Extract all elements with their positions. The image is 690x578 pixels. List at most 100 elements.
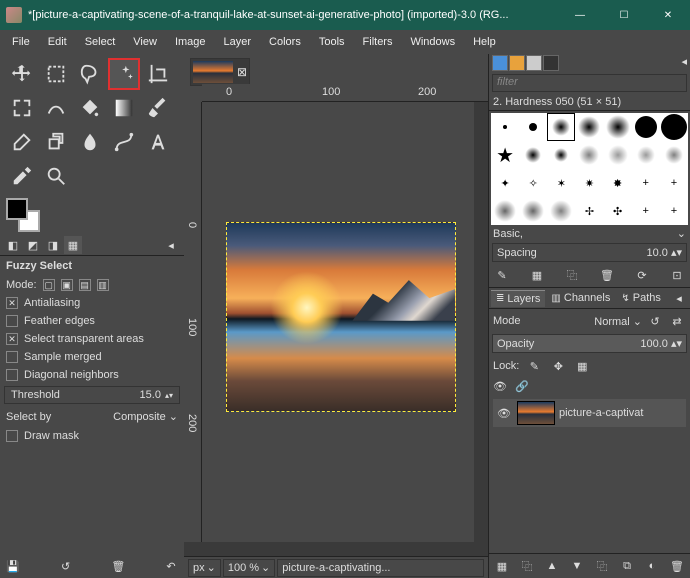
brush-preset-select[interactable]: Basic, ⌄ — [489, 225, 690, 242]
zoom-select[interactable]: 100 % ⌄ — [223, 559, 275, 577]
edit-icon[interactable]: ✎ — [493, 266, 511, 284]
opt-tab-2[interactable]: ◩ — [24, 236, 42, 254]
layer-name[interactable]: picture-a-captivat — [559, 407, 643, 419]
mode-reset-icon[interactable]: ↺ — [646, 312, 664, 330]
tool-clone[interactable] — [40, 126, 72, 158]
layer-row[interactable]: 👁 picture-a-captivat — [493, 399, 686, 427]
tab-layers[interactable]: ≣Layers — [491, 290, 545, 307]
tool-free-select[interactable] — [74, 58, 106, 90]
up-icon[interactable]: ▲ — [543, 557, 561, 575]
brush-grid[interactable]: ★ ✦ ✧ ✶ ✷ ✸ + + ✢ ✣ + + — [491, 113, 688, 225]
tool-move[interactable] — [6, 58, 38, 90]
spacing-slider[interactable]: Spacing 10.0 ▴▾ — [492, 243, 687, 262]
menu-file[interactable]: File — [4, 34, 38, 50]
lock-pixels-icon[interactable]: ✎ — [525, 357, 543, 375]
new-icon[interactable]: ▦ — [528, 266, 546, 284]
layer-visibility-icon[interactable]: 👁 — [495, 407, 513, 420]
menu-tools[interactable]: Tools — [311, 34, 353, 50]
delete-icon[interactable]: 🗑 — [109, 557, 127, 575]
menu-help[interactable]: Help — [465, 34, 504, 50]
tool-path[interactable] — [108, 126, 140, 158]
brush-filter-input[interactable]: filter — [492, 74, 687, 92]
rtab-1[interactable] — [492, 55, 508, 71]
opt-tab-4[interactable]: ▦ — [64, 236, 82, 254]
menu-filters[interactable]: Filters — [355, 34, 401, 50]
opt-tab-1[interactable]: ◧ — [4, 236, 22, 254]
tool-warp[interactable] — [40, 92, 72, 124]
mode-intersect[interactable]: ▥ — [97, 279, 109, 291]
tool-bucket[interactable] — [74, 92, 106, 124]
lock-position-icon[interactable]: ✥ — [549, 357, 567, 375]
tool-zoom[interactable] — [40, 160, 72, 192]
opt-transparent[interactable]: ✕Select transparent areas — [0, 330, 184, 348]
image-tab[interactable]: ⊠ — [190, 58, 250, 86]
opt-sample[interactable]: Sample merged — [0, 348, 184, 366]
select-by-row[interactable]: Select by Composite ⌄ — [0, 406, 184, 427]
menu-edit[interactable]: Edit — [40, 34, 75, 50]
save-icon[interactable]: 💾 — [4, 557, 22, 575]
tab-close-icon[interactable]: ⊠ — [237, 65, 247, 79]
foreground-color[interactable] — [6, 198, 28, 220]
merge-icon[interactable]: ⧉ — [618, 557, 636, 575]
tool-eraser[interactable] — [6, 126, 38, 158]
tool-rect-select[interactable] — [40, 58, 72, 90]
revert-icon[interactable]: ↺ — [57, 557, 75, 575]
duplicate-icon[interactable]: ⿻ — [563, 266, 581, 284]
menu-view[interactable]: View — [125, 34, 165, 50]
close-button[interactable]: ✕ — [646, 0, 690, 30]
unit-select[interactable]: px ⌄ — [188, 559, 221, 577]
opt-tab-menu[interactable]: ◂ — [162, 236, 180, 254]
delete-icon[interactable]: 🗑 — [598, 266, 616, 284]
tool-smudge[interactable] — [74, 126, 106, 158]
mode-add[interactable]: ▣ — [61, 279, 73, 291]
horizontal-scrollbar[interactable] — [184, 542, 488, 556]
menu-windows[interactable]: Windows — [402, 34, 463, 50]
rtab-3[interactable] — [526, 55, 542, 71]
rtab-2[interactable] — [509, 55, 525, 71]
open-icon[interactable]: ⊡ — [668, 266, 686, 284]
canvas-image[interactable] — [226, 222, 456, 412]
opt-antialias[interactable]: ✕Antialiasing — [0, 294, 184, 312]
reset-icon[interactable]: ↶ — [162, 557, 180, 575]
tool-fuzzy-select[interactable] — [108, 58, 140, 90]
vertical-scrollbar[interactable] — [474, 102, 488, 542]
dock-menu-icon[interactable]: ◂ — [670, 289, 688, 307]
opacity-slider[interactable]: Opacity 100.0 ▴▾ — [492, 334, 687, 353]
delete-layer-icon[interactable]: 🗑 — [668, 557, 686, 575]
tool-gradient[interactable] — [108, 92, 140, 124]
color-swatches[interactable] — [6, 198, 46, 232]
chevron-updown-icon[interactable]: ▴▾ — [165, 391, 173, 400]
lock-alpha-icon[interactable]: ▦ — [573, 357, 591, 375]
opt-drawmask[interactable]: Draw mask — [0, 427, 184, 445]
refresh-icon[interactable]: ⟳ — [633, 266, 651, 284]
tool-paintbrush[interactable] — [142, 92, 174, 124]
opt-tab-3[interactable]: ◨ — [44, 236, 62, 254]
threshold-slider[interactable]: Threshold 15.0 ▴▾ — [4, 386, 180, 404]
blend-mode-row[interactable]: Mode Normal ⌄ ↺ ⇄ — [489, 309, 690, 333]
tab-channels[interactable]: ▥Channels — [546, 290, 615, 306]
duplicate-layer-icon[interactable]: ⿻ — [593, 557, 611, 575]
opt-feather[interactable]: Feather edges — [0, 312, 184, 330]
tab-paths[interactable]: ↯Paths — [616, 290, 666, 306]
new-layer-icon[interactable]: ▦ — [493, 557, 511, 575]
mode-replace[interactable]: ▢ — [43, 279, 55, 291]
rtab-4[interactable] — [543, 55, 559, 71]
tool-text[interactable] — [142, 126, 174, 158]
tool-transform[interactable] — [6, 92, 38, 124]
maximize-button[interactable]: ☐ — [602, 0, 646, 30]
rtab-menu-icon[interactable]: ◂ — [681, 55, 687, 71]
mask-icon[interactable]: ◐ — [643, 557, 661, 575]
down-icon[interactable]: ▼ — [568, 557, 586, 575]
mode-subtract[interactable]: ▤ — [79, 279, 91, 291]
tool-color-picker[interactable] — [6, 160, 38, 192]
tool-crop[interactable] — [142, 58, 174, 90]
canvas[interactable] — [202, 102, 474, 542]
menu-colors[interactable]: Colors — [261, 34, 309, 50]
menu-layer[interactable]: Layer — [216, 34, 260, 50]
mode-switch-icon[interactable]: ⇄ — [668, 312, 686, 330]
opt-diagonal[interactable]: Diagonal neighbors — [0, 366, 184, 384]
minimize-button[interactable]: — — [558, 0, 602, 30]
new-group-icon[interactable]: ⿻ — [518, 557, 536, 575]
menu-select[interactable]: Select — [77, 34, 124, 50]
menu-image[interactable]: Image — [167, 34, 214, 50]
